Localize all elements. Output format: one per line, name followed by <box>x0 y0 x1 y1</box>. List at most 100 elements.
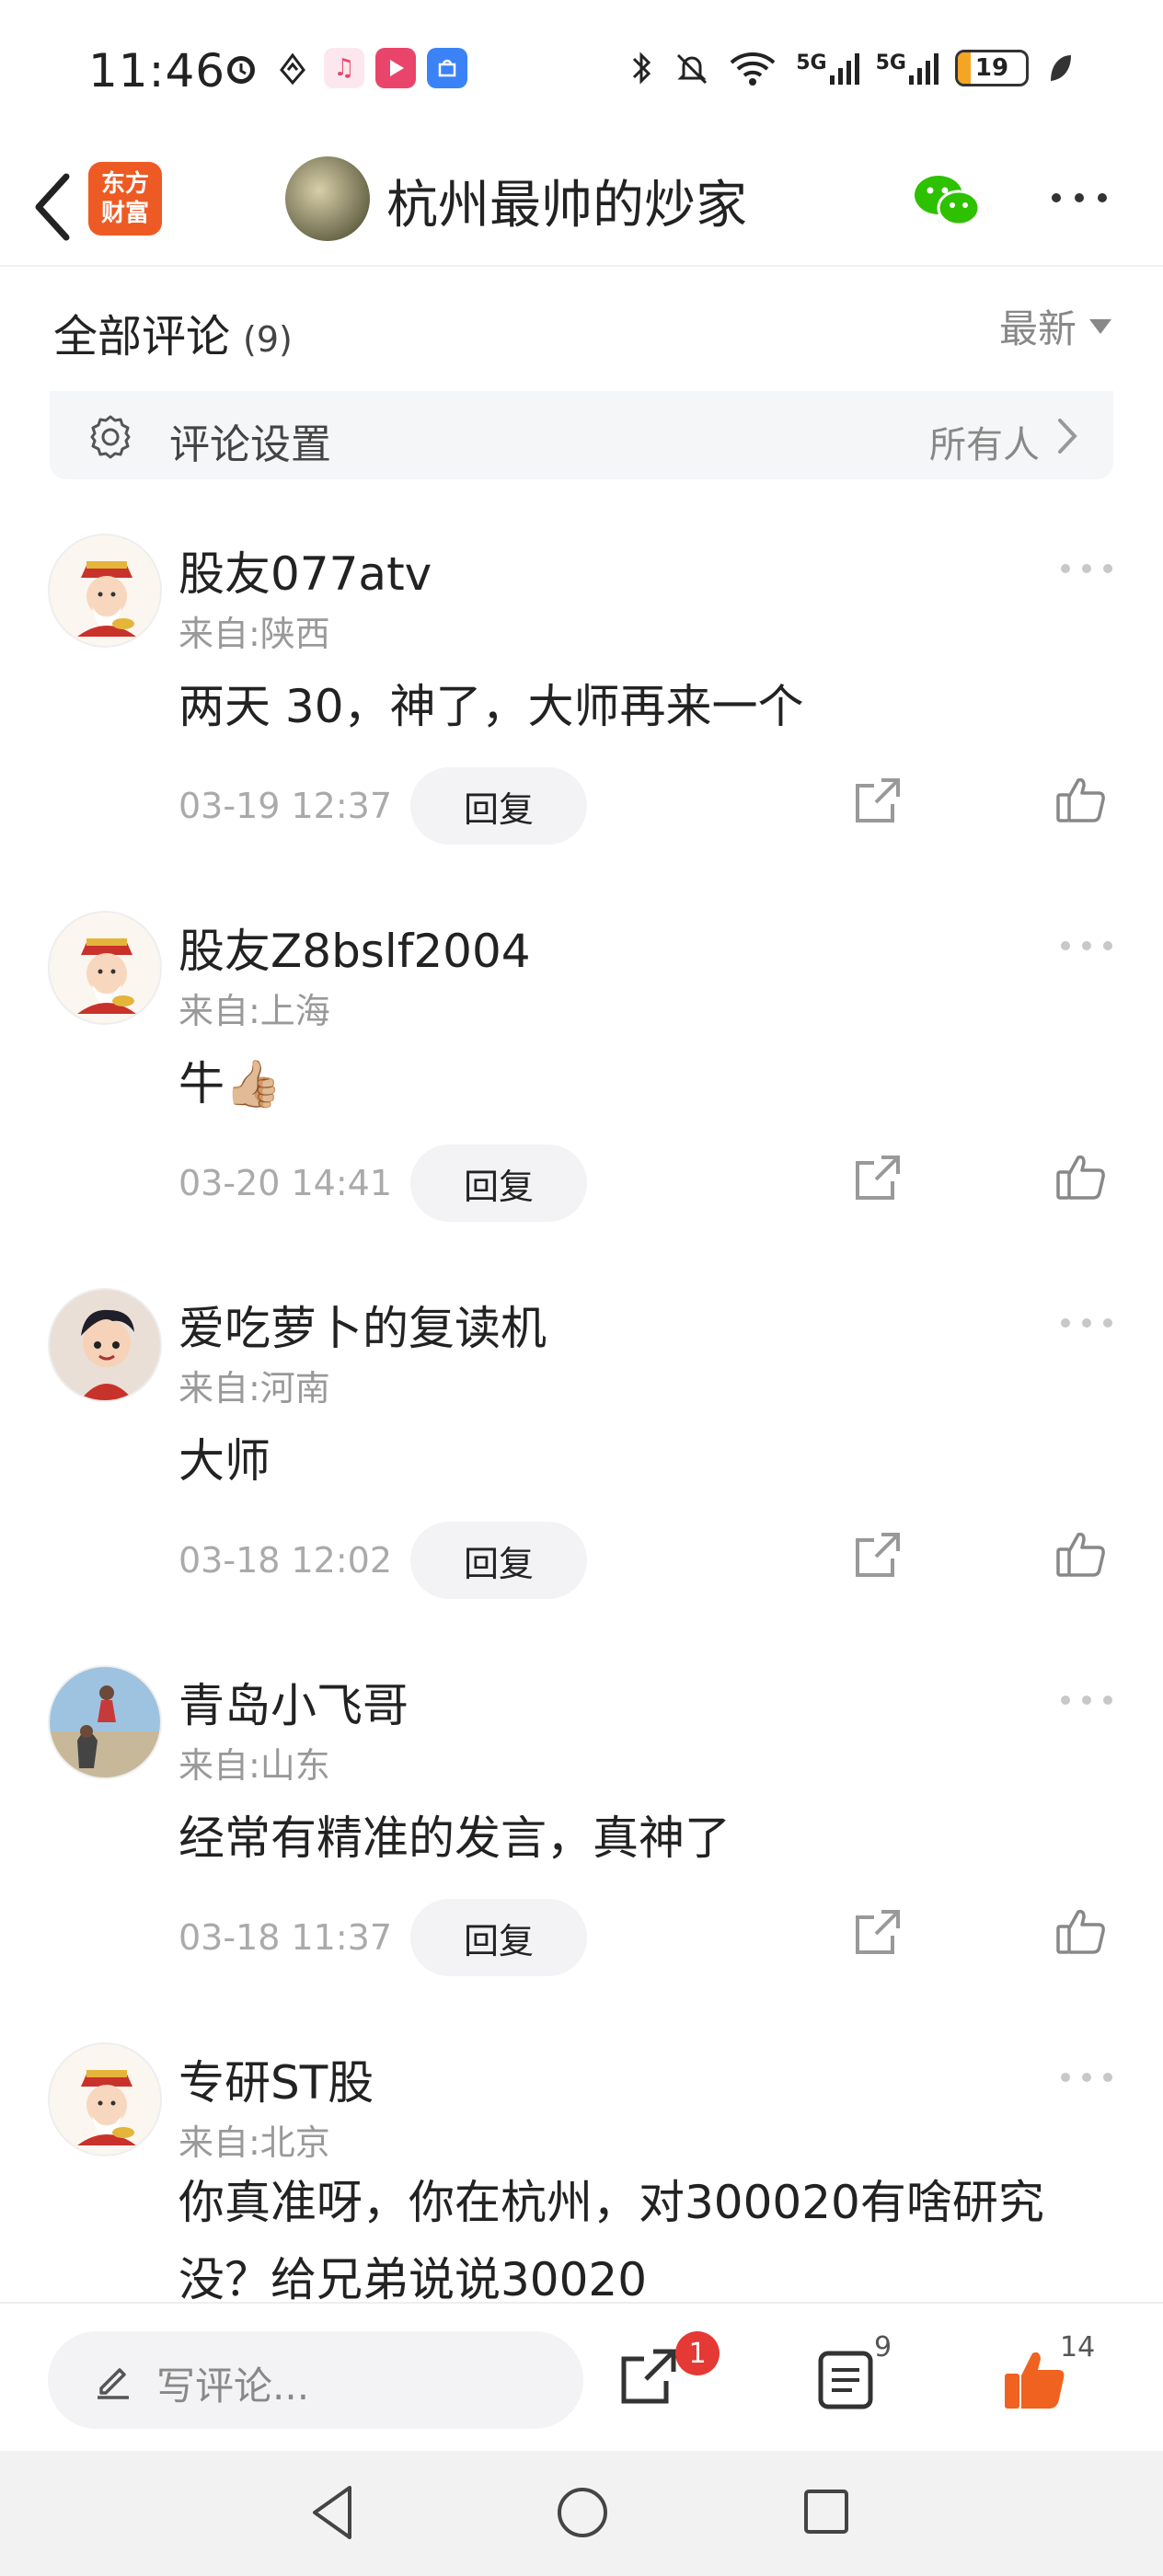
bluetooth-icon <box>633 52 651 85</box>
comment-text[interactable]: 你真准呀，你在杭州，对300020有啥研究没？给兄弟说说30020 <box>178 2164 1099 2302</box>
comment-more-icon[interactable] <box>1058 1691 1115 1709</box>
comment-time: 03-18 11:37 <box>178 1917 393 1958</box>
battery-icon: 19 <box>955 50 1029 86</box>
gear-icon <box>90 415 131 459</box>
comment-text[interactable]: 两天 30，神了，大师再来一个 <box>178 670 804 736</box>
hand-icon <box>272 48 313 88</box>
wechat-share-icon[interactable] <box>911 167 985 232</box>
comment-username[interactable]: 股友077atv <box>178 537 432 604</box>
reply-button[interactable]: 回复 <box>410 1522 587 1599</box>
thumbs-up-icon[interactable] <box>1054 1150 1108 1203</box>
comment-more-icon[interactable] <box>1058 559 1115 578</box>
pen-icon <box>98 2368 129 2399</box>
all-comments-text: 全部评论 <box>53 311 231 362</box>
share-icon[interactable] <box>852 1906 904 1958</box>
comment-location: 来自:河南 <box>178 1368 330 1409</box>
comment-time: 03-20 14:41 <box>178 1163 393 1203</box>
comments-count-badge: 9 <box>874 2331 892 2363</box>
comment-item: 爱吃萝卜的复读机 来自:河南 大师 03-18 12:02 回复 <box>0 1288 1163 1665</box>
comment-item: 专研ST股 来自:北京 你真准呀，你在杭州，对300020有啥研究没？给兄弟说说… <box>0 2042 1163 2302</box>
caret-down-icon <box>1089 318 1111 334</box>
write-comment-placeholder: 写评论... <box>156 2363 310 2409</box>
battery-level: 19 <box>974 54 1009 82</box>
chevron-right-icon <box>1058 419 1077 454</box>
sort-label: 最新 <box>998 306 1077 351</box>
comments-count: (9) <box>243 319 293 360</box>
wifi-icon <box>730 52 776 86</box>
god-of-wealth-avatar[interactable] <box>48 2042 162 2156</box>
music-app-icon: ♫ <box>324 48 364 88</box>
thumbs-up-icon[interactable] <box>1054 773 1108 826</box>
back-arrow-icon[interactable] <box>24 166 79 248</box>
comment-time: 03-18 12:02 <box>178 1540 393 1581</box>
share-icon[interactable] <box>852 775 904 826</box>
comment-item: 青岛小飞哥 来自:山东 经常有精准的发言，真神了 03-18 11:37 回复 <box>0 1665 1163 2042</box>
logo-line-2: 财富 <box>100 200 149 227</box>
status-bar: 11:46 ♫ 5G 5G 19 <box>0 0 1163 147</box>
reply-button[interactable]: 回复 <box>410 1899 587 1976</box>
thumbs-up-icon[interactable] <box>1054 1904 1108 1958</box>
bottom-action-bar: 写评论... 1 9 14 <box>0 2302 1163 2451</box>
alarm-icon <box>221 48 261 88</box>
comment-more-icon[interactable] <box>1058 937 1115 955</box>
photo-avatar[interactable] <box>48 1665 162 1779</box>
system-nav-bar <box>0 2451 1163 2576</box>
share-icon[interactable] <box>852 1152 904 1203</box>
comment-settings-value: 所有人 <box>929 424 1040 466</box>
reply-button[interactable]: 回复 <box>410 767 587 845</box>
thumbs-up-icon[interactable] <box>1054 1527 1108 1581</box>
cartoon-boy-avatar[interactable] <box>48 1288 162 1402</box>
comments-header: 全部评论 (9) 最新 <box>53 276 1111 368</box>
comment-username[interactable]: 爱吃萝卜的复读机 <box>178 1292 547 1358</box>
nav-back-icon[interactable] <box>305 2482 361 2543</box>
share-badge: 1 <box>675 2331 720 2375</box>
status-system-icons: 5G 5G 19 <box>628 48 1075 88</box>
more-options-icon[interactable] <box>1047 175 1111 221</box>
nav-recent-apps-icon[interactable] <box>802 2488 850 2536</box>
comment-location: 来自:北京 <box>178 2122 330 2163</box>
comment-username[interactable]: 股友Z8bslf2004 <box>178 914 531 981</box>
sort-dropdown[interactable]: 最新 <box>999 298 1111 354</box>
video-app-icon <box>375 48 416 88</box>
comments-list-icon[interactable] <box>815 2348 876 2412</box>
comment-settings-label: 评论设置 <box>169 421 331 468</box>
likes-count-badge: 14 <box>1060 2331 1096 2363</box>
comment-location: 来自:山东 <box>178 1745 330 1786</box>
author-avatar[interactable] <box>285 156 370 241</box>
god-of-wealth-avatar[interactable] <box>48 911 162 1025</box>
comment-text[interactable]: 牛👍🏼 <box>178 1047 282 1113</box>
comment-location: 来自:上海 <box>178 991 330 1031</box>
comment-more-icon[interactable] <box>1058 1314 1115 1332</box>
share-icon[interactable] <box>852 1529 904 1581</box>
app-logo[interactable]: 东方 财富 <box>88 162 162 236</box>
page-title[interactable]: 杭州最帅的炒家 <box>386 164 747 238</box>
reply-button[interactable]: 回复 <box>410 1144 587 1222</box>
status-app-icons: ♫ <box>221 48 467 88</box>
comment-username[interactable]: 专研ST股 <box>178 2046 374 2112</box>
comment-settings-row[interactable]: 评论设置 所有人 <box>50 391 1113 479</box>
leaf-icon <box>1051 55 1071 81</box>
comment-username[interactable]: 青岛小飞哥 <box>178 1669 409 1735</box>
signal-icon-2: 5G <box>876 52 938 85</box>
share-icon[interactable] <box>616 2344 681 2409</box>
mute-icon <box>677 53 708 85</box>
title-bar: 东方 财富 杭州最帅的炒家 <box>0 147 1163 267</box>
logo-line-1: 东方 <box>100 170 149 198</box>
network-label-2: 5G <box>875 52 906 75</box>
comment-item: 股友077atv 来自:陕西 两天 30，神了，大师再来一个 03-19 12:… <box>0 534 1163 911</box>
god-of-wealth-avatar[interactable] <box>48 534 162 648</box>
comment-text[interactable]: 经常有精准的发言，真神了 <box>178 1801 731 1868</box>
comment-location: 来自:陕西 <box>178 614 330 654</box>
network-label-1: 5G <box>796 52 827 75</box>
status-time: 11:46 <box>88 44 226 98</box>
all-comments-label: 全部评论 (9) <box>53 300 293 364</box>
comment-item: 股友Z8bslf2004 来自:上海 牛👍🏼 03-20 14:41 回复 <box>0 911 1163 1288</box>
nav-home-icon[interactable] <box>556 2486 609 2539</box>
comment-text[interactable]: 大师 <box>178 1424 271 1490</box>
comment-time: 03-19 12:37 <box>178 786 393 826</box>
honor-store-icon <box>427 48 467 88</box>
thumbs-up-filled-icon[interactable] <box>1001 2346 1067 2412</box>
comment-more-icon[interactable] <box>1058 2068 1115 2087</box>
write-comment-input[interactable]: 写评论... <box>48 2331 583 2429</box>
signal-icon-1: 5G <box>796 52 859 85</box>
